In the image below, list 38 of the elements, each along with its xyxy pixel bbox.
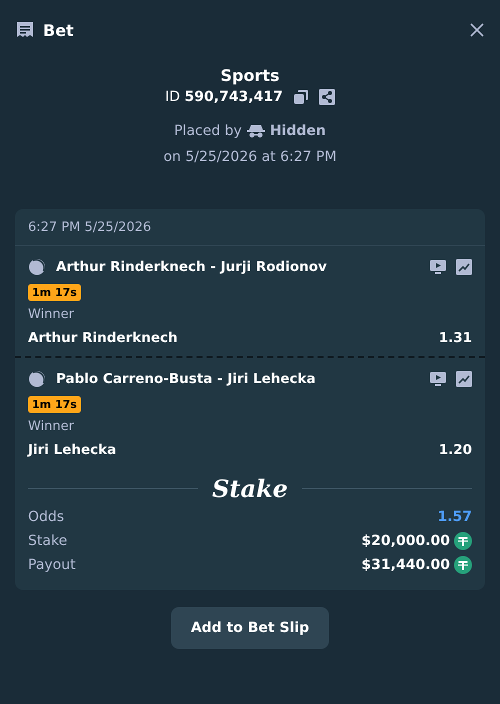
close-button[interactable] xyxy=(469,22,485,38)
stats-icon[interactable] xyxy=(456,259,472,275)
sport-name: Sports xyxy=(220,66,280,85)
tennis-ball-icon xyxy=(28,258,46,276)
user-name: Hidden xyxy=(270,123,326,139)
amount-value: $20,000.00 xyxy=(361,532,450,548)
tennis-ball-icon xyxy=(28,370,46,388)
odds-value: 1.57 xyxy=(437,508,472,524)
placed-by-label: Placed by xyxy=(174,123,242,139)
market-name: Winner xyxy=(28,307,76,322)
bet-id: ID 590,743,417 xyxy=(165,89,283,105)
incognito-icon xyxy=(246,124,265,138)
selection-odds: 1.31 xyxy=(438,330,472,346)
stats-icon[interactable] xyxy=(456,371,472,387)
copy-icon[interactable] xyxy=(292,89,309,105)
receipt-icon xyxy=(15,20,35,40)
live-timer: 1m 17s xyxy=(28,396,81,413)
placed-date: on 5/25/2026 at 6:27 PM xyxy=(163,149,337,165)
live-stream-icon[interactable] xyxy=(430,259,446,275)
add-to-bet-slip-button[interactable]: Add to Bet Slip xyxy=(170,607,330,649)
summary-label: Payout xyxy=(28,556,76,572)
selection-name: Jiri Lehecka xyxy=(28,442,116,458)
selection-name: Arthur Rinderknech xyxy=(28,330,178,346)
panel-title: Bet xyxy=(43,20,75,40)
tether-coin-icon xyxy=(454,532,472,550)
event-name: Pablo Carreno-Busta - Jiri Lehecka xyxy=(56,371,317,387)
share-icon[interactable] xyxy=(318,89,335,105)
brand-logo: Stake xyxy=(212,474,288,503)
bet-timestamp: 6:27 PM 5/25/2026 xyxy=(15,209,485,246)
market-name: Winner xyxy=(28,419,76,434)
event-name: Arthur Rinderknech - Jurji Rodionov xyxy=(56,259,328,275)
summary-label: Stake xyxy=(28,532,68,548)
summary-label: Odds xyxy=(28,508,64,524)
selection-odds: 1.20 xyxy=(438,442,472,458)
live-stream-icon[interactable] xyxy=(430,371,446,387)
tether-coin-icon xyxy=(454,556,472,574)
live-timer: 1m 17s xyxy=(28,284,81,301)
amount-value: $31,440.00 xyxy=(361,556,450,572)
